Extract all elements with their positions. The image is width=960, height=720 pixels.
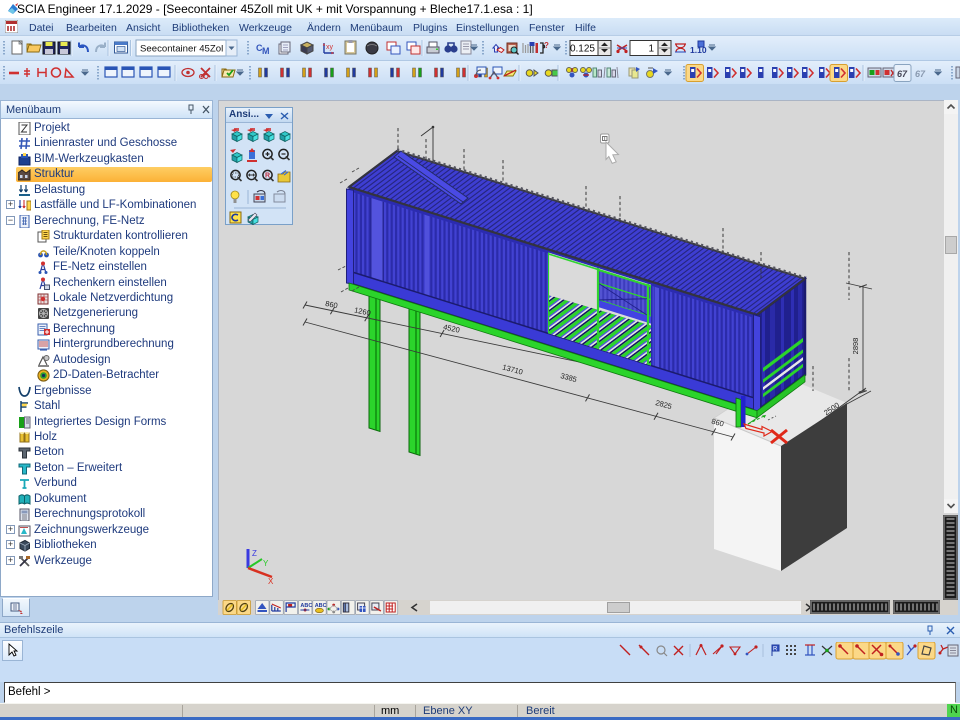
svg-text:860: 860	[710, 417, 724, 429]
svg-text:M: M	[262, 46, 270, 56]
svg-text:Y: Y	[263, 559, 269, 568]
svg-text:2825: 2825	[654, 398, 672, 411]
svg-text:Seecontainer 45Zol: Seecontainer 45Zol	[140, 44, 223, 55]
svg-text:67: 67	[897, 69, 908, 79]
svg-text:67: 67	[915, 69, 926, 79]
svg-text:R: R	[773, 647, 778, 653]
svg-text:13710: 13710	[501, 363, 523, 377]
svg-text:860: 860	[324, 299, 338, 310]
svg-text:2898: 2898	[851, 338, 860, 355]
svg-text:0.125: 0.125	[570, 44, 595, 55]
svg-text:R: R	[265, 173, 270, 180]
svg-text:X: X	[268, 577, 274, 586]
svg-text:xy: xy	[326, 44, 334, 51]
svg-text:1: 1	[648, 44, 654, 55]
svg-text:ABC: ABC	[300, 603, 312, 609]
svg-text:?: ?	[544, 41, 549, 50]
svg-text:3385: 3385	[559, 371, 577, 384]
svg-text:Z: Z	[252, 549, 257, 558]
